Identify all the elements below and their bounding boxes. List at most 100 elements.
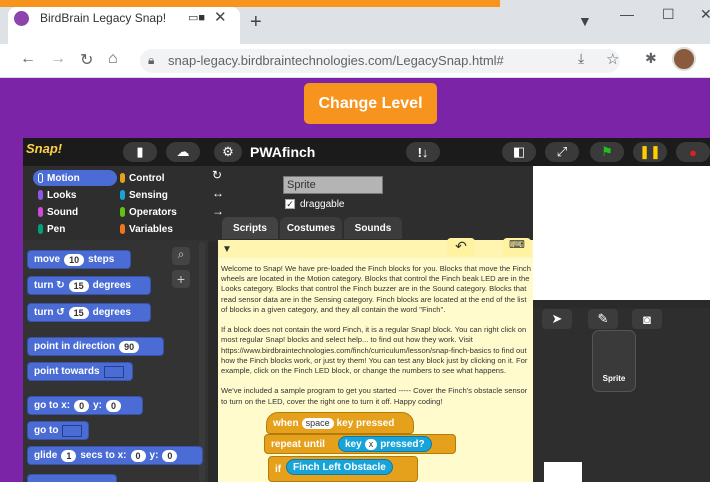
maximize-icon[interactable]: ☐ [662,6,675,23]
camera-icon[interactable]: ◙ [632,309,662,329]
cloud-menu-icon[interactable]: ☁ [166,142,200,162]
block-turn-counterclockwise[interactable]: turn ↺ 15 degrees [27,303,151,322]
make-block-icon[interactable]: + [172,270,190,288]
forward-icon[interactable]: → [50,50,66,68]
category-control[interactable]: Control [115,170,199,186]
block-point-towards[interactable]: point towards [27,362,133,381]
block-input[interactable]: 15 [68,279,89,292]
home-icon[interactable]: ⌂ [108,50,118,68]
block-text: secs to x: [80,450,127,461]
tab-costumes[interactable]: Costumes [280,217,342,239]
block-input[interactable]: 0 [130,449,146,462]
stop-icon[interactable]: ● [676,142,710,162]
block-point-in-direction[interactable]: point in direction 90 [27,337,164,356]
block-glide[interactable]: glide 1 secs to x: 0 y: 0 [27,446,203,465]
tab-scripts[interactable]: Scripts [222,217,278,239]
install-icon[interactable]: ⤓ [578,50,584,67]
block-text: y: [149,450,159,461]
block-dropdown[interactable] [62,424,83,437]
settings-gear-icon[interactable]: ⚙ [214,142,242,162]
minimize-icon[interactable]: — [620,6,634,22]
category-pen[interactable]: Pen [33,221,117,237]
block-text: when [273,417,299,429]
tab-close-icon[interactable]: ✕ [214,8,227,26]
profile-avatar[interactable] [672,47,696,71]
url-text[interactable]: snap-legacy.birdbraintechnologies.com/Le… [168,53,504,68]
when-key-pressed-block[interactable]: when space key pressed [266,412,414,434]
category-operators[interactable]: Operators [115,204,199,220]
project-title: PWAfinch [250,144,316,160]
block-text: degrees [92,280,131,291]
category-label: Sound [47,206,79,218]
category-motion[interactable]: Motion [33,170,117,186]
comment-title-bar[interactable] [218,240,533,258]
tab-search-icon[interactable]: ▼ [578,13,592,29]
block-text: glide [34,450,58,461]
new-tab-button[interactable]: + [250,11,262,34]
bookmark-star-icon[interactable]: ☆ [606,50,619,68]
block-text: key pressed [336,417,395,429]
block-go-to-xy[interactable]: go to x: 0 y: 0 [27,396,143,415]
keyboard-entry-icon[interactable]: ⌨ [503,238,531,256]
block-text: steps [88,254,115,265]
block-input[interactable]: space [301,417,334,429]
collapse-comment-icon[interactable]: ▼ [222,244,232,255]
sprite-thumbnail-label: Sprite [602,374,626,383]
block-text: move [34,254,61,265]
category-sound[interactable]: Sound [33,204,117,220]
snap-logo[interactable]: Snap! [26,141,70,161]
category-variables[interactable]: Variables [115,221,199,237]
draggable-label: draggable [300,199,345,210]
block-input[interactable]: 0 [162,449,178,462]
reload-icon[interactable]: ↻ [80,50,93,70]
block-input[interactable]: 0 [106,399,122,412]
stage-thumbnail[interactable] [544,462,582,482]
tab-title: BirdBrain Legacy Snap! [40,11,167,25]
draggable-checkbox[interactable]: ✓ [285,199,295,209]
lock-icon[interactable]: 🔒︎ [148,53,154,68]
window-close-icon[interactable]: ✕ [700,6,710,23]
block-move-steps[interactable]: move 10 steps [27,250,131,269]
rotation-style-icon[interactable]: ↻ [212,168,222,182]
presentation-mode-icon[interactable]: ⤢ [545,142,579,162]
block-text: y: [93,400,103,411]
change-level-button[interactable]: Change Level [304,83,437,124]
block-text: repeat until [271,438,325,450]
block-input[interactable]: 0 [74,399,90,412]
stage-size-icon[interactable]: ◧ [502,142,536,162]
block-text: Finch Left Obstacle [293,461,386,473]
tab-sounds[interactable]: Sounds [344,217,402,239]
block-input[interactable]: 90 [119,340,140,353]
category-sensing[interactable]: Sensing [115,187,199,203]
block-text: turn [34,280,54,291]
block-dropdown[interactable] [103,365,124,378]
rotation-lr-icon[interactable]: ↔ [212,186,224,200]
block-text: point towards [34,366,100,377]
block-turn-clockwise[interactable]: turn ↻ 15 degrees [27,276,151,295]
block-input[interactable]: 15 [68,306,89,319]
category-label: Looks [47,189,77,201]
back-icon[interactable]: ← [20,50,36,68]
finch-left-obstacle-reporter[interactable]: Finch Left Obstacle [286,459,393,475]
tab-media-icon[interactable]: ▭■ [188,11,205,24]
block-input[interactable]: 1 [61,449,77,462]
add-turtle-sprite-icon[interactable]: ➤ [542,309,572,329]
stage[interactable] [533,166,710,300]
category-looks[interactable]: Looks [33,187,117,203]
undo-icon[interactable]: ↶ [447,238,475,256]
pause-icon[interactable]: ❚❚ [633,142,667,162]
extensions-icon[interactable]: ✱ [645,50,657,67]
unsaved-indicator-icon[interactable]: !↓ [406,142,440,162]
paint-new-sprite-icon[interactable]: ✎ [588,309,618,329]
block-palette-next[interactable] [27,474,117,482]
block-input[interactable]: 10 [64,253,85,266]
green-flag-icon[interactable]: ⚑ [590,142,624,162]
sprite-name-field[interactable]: Sprite [283,176,383,194]
block-go-to[interactable]: go to [27,421,89,440]
block-text: turn [34,307,54,318]
file-menu-icon[interactable]: ▮ [123,142,157,162]
rotation-none-icon[interactable]: → [212,204,224,218]
key-pressed-predicate[interactable]: key x pressed? [338,436,432,452]
block-input[interactable]: x [364,438,378,450]
palette-search-icon[interactable]: ⌕ [172,247,190,265]
